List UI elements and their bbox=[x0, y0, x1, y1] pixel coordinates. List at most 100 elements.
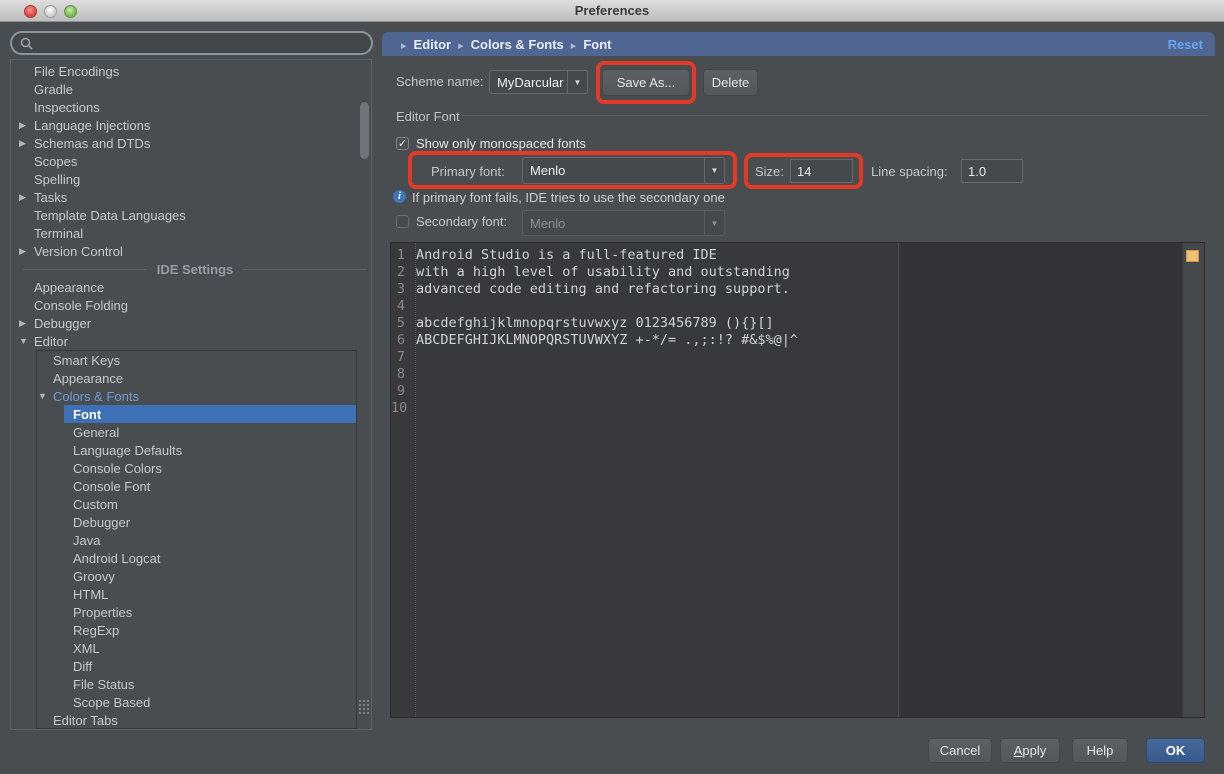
line-number: 4 bbox=[391, 298, 409, 315]
tree-item[interactable]: Version Control bbox=[11, 242, 371, 260]
preview-line: 5 abcdefghijklmnopqrstuvwxyz 0123456789 … bbox=[391, 315, 1204, 332]
expand-arrow-icon[interactable] bbox=[38, 391, 53, 401]
tree-item[interactable]: Colors & Fonts bbox=[37, 387, 356, 405]
fallback-info-text: If primary font fails, IDE tries to use … bbox=[412, 190, 725, 205]
line-spacing-field[interactable]: 1.0 bbox=[961, 159, 1023, 183]
breadcrumb-item[interactable]: Editor bbox=[394, 37, 451, 52]
primary-font-label: Primary font: bbox=[431, 164, 505, 179]
tree-item[interactable]: Groovy bbox=[37, 567, 356, 585]
help-button[interactable]: Help bbox=[1072, 738, 1128, 763]
line-number: 7 bbox=[391, 349, 409, 366]
tree-item[interactable]: Diff bbox=[37, 657, 356, 675]
tree-item[interactable]: Template Data Languages bbox=[11, 206, 371, 224]
tree-item[interactable]: Spelling bbox=[11, 170, 371, 188]
tree-item[interactable]: Console Colors bbox=[37, 459, 356, 477]
tree-item[interactable]: Inspections bbox=[11, 98, 371, 116]
tree-item[interactable]: Editor bbox=[11, 332, 371, 350]
ok-button[interactable]: OK bbox=[1146, 738, 1205, 763]
line-text: abcdefghijklmnopqrstuvwxyz 0123456789 ()… bbox=[416, 315, 774, 332]
preview-line: 2 with a high level of usability and out… bbox=[391, 264, 1204, 281]
chevron-down-icon[interactable]: ▼ bbox=[567, 71, 587, 93]
search-icon bbox=[20, 37, 33, 50]
preview-line: 8 bbox=[391, 366, 1204, 383]
tree-item[interactable]: Language Defaults bbox=[37, 441, 356, 459]
tree-item[interactable]: Console Font bbox=[37, 477, 356, 495]
tree-item[interactable]: General bbox=[37, 423, 356, 441]
tree-item[interactable]: File Encodings bbox=[11, 62, 371, 80]
tree-item[interactable]: Scopes bbox=[11, 152, 371, 170]
expand-arrow-icon[interactable] bbox=[19, 318, 34, 329]
scheme-name-combobox[interactable]: MyDarcular ▼ bbox=[489, 70, 588, 94]
sidebar-resize-grip[interactable] bbox=[358, 699, 370, 716]
expand-arrow-icon[interactable] bbox=[19, 138, 34, 149]
line-number: 2 bbox=[391, 264, 409, 281]
tree-item[interactable]: Java bbox=[37, 531, 356, 549]
tree-item[interactable]: Editor Tabs bbox=[37, 711, 356, 729]
line-number: 5 bbox=[391, 315, 409, 332]
tree-item[interactable]: Debugger bbox=[37, 513, 356, 531]
monospaced-checkbox[interactable]: ✓ bbox=[396, 137, 409, 150]
line-number: 3 bbox=[391, 281, 409, 298]
editor-subtree-box: Smart Keys Appearance Colors & Fonts Fon… bbox=[36, 350, 357, 729]
breadcrumb-item[interactable]: Font bbox=[564, 37, 612, 52]
chevron-down-icon: ▼ bbox=[704, 211, 724, 235]
apply-button[interactable]: Apply bbox=[1000, 738, 1060, 763]
tree-item[interactable]: XML bbox=[37, 639, 356, 657]
expand-arrow-icon[interactable] bbox=[19, 336, 34, 346]
size-label: Size: bbox=[755, 164, 784, 179]
tree-item[interactable]: Terminal bbox=[11, 224, 371, 242]
tree-item[interactable]: IDE Settings bbox=[11, 260, 371, 278]
tree-item[interactable]: Custom bbox=[37, 495, 356, 513]
tree-item[interactable]: Appearance bbox=[37, 369, 356, 387]
search-input[interactable] bbox=[38, 36, 338, 51]
title-bar: Preferences bbox=[0, 0, 1224, 22]
save-as-button[interactable]: Save As... bbox=[602, 69, 690, 96]
tree-item[interactable]: Android Logcat bbox=[37, 549, 356, 567]
reset-link[interactable]: Reset bbox=[1168, 37, 1203, 52]
expand-arrow-icon[interactable] bbox=[19, 246, 34, 257]
chevron-down-icon[interactable]: ▼ bbox=[704, 158, 724, 183]
tree-item[interactable]: Smart Keys bbox=[37, 351, 356, 369]
tree-item[interactable]: Appearance bbox=[11, 278, 371, 296]
breadcrumb-item[interactable]: Colors & Fonts bbox=[451, 37, 564, 52]
info-icon: i bbox=[393, 190, 406, 203]
font-preview-editor[interactable]: 1 Android Studio is a full-featured IDE … bbox=[390, 242, 1205, 718]
tree-item[interactable]: Font bbox=[37, 405, 356, 423]
preview-line: 9 bbox=[391, 383, 1204, 400]
sidebar-scrollbar-thumb[interactable] bbox=[360, 102, 369, 159]
preview-line: 10 bbox=[391, 400, 1204, 417]
tree-item[interactable]: HTML bbox=[37, 585, 356, 603]
tree-item[interactable]: File Status bbox=[37, 675, 356, 693]
tree-item[interactable]: Scope Based bbox=[37, 693, 356, 711]
settings-sidebar: File Encodings Gradle Inspections Langua… bbox=[10, 59, 372, 730]
tree-item[interactable]: Tasks bbox=[11, 188, 371, 206]
delete-button[interactable]: Delete bbox=[703, 69, 758, 96]
tree-item[interactable]: Console Folding bbox=[11, 296, 371, 314]
preview-lines: 1 Android Studio is a full-featured IDE … bbox=[391, 247, 1204, 417]
primary-font-combobox[interactable]: Menlo ▼ bbox=[522, 157, 725, 184]
line-number: 9 bbox=[391, 383, 409, 400]
tree-item[interactable]: Debugger bbox=[11, 314, 371, 332]
tree-item[interactable]: RegExp bbox=[37, 621, 356, 639]
preview-line: 3 advanced code editing and refactoring … bbox=[391, 281, 1204, 298]
preview-line: 6 ABCDEFGHIJKLMNOPQRSTUVWXYZ +-*/= .,;:!… bbox=[391, 332, 1204, 349]
scheme-name-value: MyDarcular bbox=[490, 75, 567, 90]
secondary-font-checkbox[interactable] bbox=[396, 215, 409, 228]
stripe-marker[interactable] bbox=[1186, 250, 1199, 262]
secondary-font-value: Menlo bbox=[523, 216, 704, 231]
window-title: Preferences bbox=[0, 3, 1224, 18]
cancel-button[interactable]: Cancel bbox=[928, 738, 992, 763]
tree-item[interactable]: Properties bbox=[37, 603, 356, 621]
expand-arrow-icon[interactable] bbox=[19, 120, 34, 131]
settings-search-box[interactable] bbox=[10, 31, 373, 55]
secondary-font-combobox: Menlo ▼ bbox=[522, 210, 725, 236]
tree-item[interactable]: Schemas and DTDs bbox=[11, 134, 371, 152]
size-field[interactable]: 14 bbox=[790, 159, 853, 183]
line-number: 1 bbox=[391, 247, 409, 264]
breadcrumb: EditorColors & FontsFont bbox=[394, 37, 611, 52]
expand-arrow-icon[interactable] bbox=[19, 192, 34, 203]
tree-item[interactable]: Language Injections bbox=[11, 116, 371, 134]
tree-item[interactable]: Gradle bbox=[11, 80, 371, 98]
line-text: Android Studio is a full-featured IDE bbox=[416, 247, 717, 264]
line-number: 6 bbox=[391, 332, 409, 349]
